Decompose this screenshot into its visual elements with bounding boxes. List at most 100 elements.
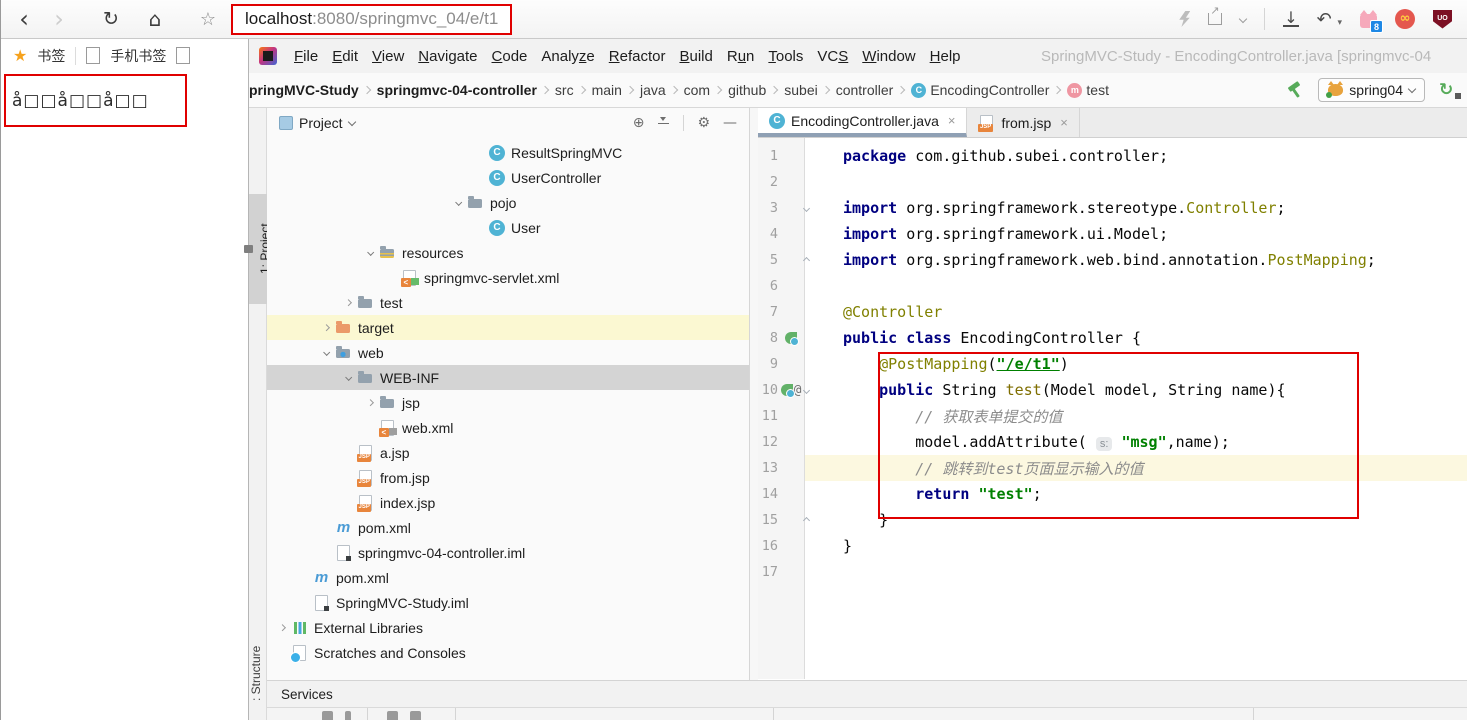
tree-item[interactable]: mpom.xml bbox=[267, 565, 749, 590]
breadcrumb-item[interactable]: main bbox=[592, 82, 622, 98]
line-number: 12 bbox=[758, 434, 782, 450]
gear-icon[interactable]: ⚙ bbox=[697, 116, 710, 130]
tree-chevron-icon[interactable] bbox=[451, 200, 467, 205]
menu-window[interactable]: Window bbox=[855, 45, 922, 68]
cat-extension-icon[interactable]: 8 bbox=[1360, 14, 1377, 28]
tree-item[interactable]: a.jsp bbox=[267, 440, 749, 465]
tree-item-label: WEB-INF bbox=[380, 370, 439, 386]
undo-icon[interactable]: ↶ ▾ bbox=[1317, 9, 1342, 30]
hide-panel-icon[interactable]: — bbox=[723, 116, 737, 130]
project-stripe-tab[interactable]: 1: Project bbox=[249, 194, 267, 304]
tree-item[interactable]: pojo bbox=[267, 190, 749, 215]
tree-item[interactable]: jsp bbox=[267, 390, 749, 415]
forward-icon[interactable]: › bbox=[41, 5, 77, 33]
class-icon: C bbox=[911, 83, 926, 98]
breadcrumb-item[interactable]: java bbox=[640, 82, 666, 98]
tree-item[interactable]: CUserController bbox=[267, 165, 749, 190]
menu-code[interactable]: Code bbox=[485, 45, 535, 68]
tree-chevron-icon[interactable] bbox=[275, 625, 291, 630]
spring-bean-icon[interactable] bbox=[781, 384, 793, 396]
fold-marker-icon[interactable] bbox=[800, 206, 812, 211]
strip-divider bbox=[1253, 708, 1254, 720]
bookmark-star-icon[interactable]: ☆ bbox=[193, 9, 223, 30]
menu-view[interactable]: View bbox=[365, 45, 411, 68]
tree-item[interactable]: mpom.xml bbox=[267, 515, 749, 540]
tree-item[interactable]: web.xml bbox=[267, 415, 749, 440]
tree-item[interactable]: External Libraries bbox=[267, 615, 749, 640]
tree-item[interactable]: CUser bbox=[267, 215, 749, 240]
editor-tab[interactable]: from.jsp× bbox=[967, 108, 1079, 137]
tree-item[interactable]: target bbox=[267, 315, 749, 340]
collapse-all-icon[interactable] bbox=[657, 117, 670, 130]
mobile-bookmarks-label[interactable]: 手机书签 bbox=[110, 46, 166, 66]
editor-tab[interactable]: CEncodingController.java× bbox=[758, 108, 967, 137]
fold-marker-icon[interactable] bbox=[800, 518, 812, 523]
tree-item[interactable]: Scratches and Consoles bbox=[267, 640, 749, 665]
spring-bean-icon[interactable] bbox=[785, 332, 797, 344]
breadcrumb-item[interactable]: CEncodingController bbox=[911, 82, 1049, 98]
home-icon[interactable]: ⌂ bbox=[137, 7, 173, 31]
garbled-text: å□□å□□å□□ bbox=[12, 91, 149, 111]
tree-item[interactable]: resources bbox=[267, 240, 749, 265]
chevron-down-icon[interactable] bbox=[1239, 15, 1247, 23]
locate-file-icon[interactable]: ⊕ bbox=[633, 116, 645, 130]
tree-item[interactable]: test bbox=[267, 290, 749, 315]
flash-icon[interactable] bbox=[1179, 11, 1190, 27]
structure-stripe-tab[interactable]: : Structure bbox=[249, 628, 267, 718]
back-icon[interactable]: ‹ bbox=[7, 5, 41, 33]
menu-items: FileEditViewNavigateCodeAnalyzeRefactorB… bbox=[287, 45, 968, 68]
tree-item[interactable]: springmvc-servlet.xml bbox=[267, 265, 749, 290]
download-icon[interactable]: ↓ bbox=[1283, 11, 1298, 27]
tree-chevron-icon[interactable] bbox=[341, 300, 357, 305]
menu-vcs[interactable]: VCS bbox=[810, 45, 855, 68]
tree-chevron-icon[interactable] bbox=[341, 375, 357, 380]
menu-help[interactable]: Help bbox=[923, 45, 968, 68]
tree-chevron-icon[interactable] bbox=[363, 250, 379, 255]
rerun-icon[interactable]: ↻ bbox=[1439, 80, 1459, 100]
reload-icon[interactable]: ↻ bbox=[93, 8, 129, 30]
tree-item[interactable]: WEB-INF bbox=[267, 365, 749, 390]
tree-chevron-icon[interactable] bbox=[319, 350, 335, 355]
code-editor[interactable]: 1package com.github.subei.controller;23i… bbox=[758, 138, 1467, 679]
tree-chevron-icon[interactable] bbox=[319, 325, 335, 330]
breadcrumb-item[interactable]: mtest bbox=[1067, 82, 1109, 98]
breadcrumb-item[interactable]: controller bbox=[836, 82, 894, 98]
tree-item[interactable]: web bbox=[267, 340, 749, 365]
line-number: 6 bbox=[758, 278, 782, 294]
tree-item[interactable]: CResultSpringMVC bbox=[267, 140, 749, 165]
fold-marker-icon[interactable] bbox=[800, 388, 812, 393]
tree-chevron-icon[interactable] bbox=[363, 400, 379, 405]
breadcrumb-item[interactable]: github bbox=[728, 82, 766, 98]
breadcrumb-item[interactable]: com bbox=[684, 82, 710, 98]
services-tool-window-bar[interactable]: Services bbox=[267, 680, 1467, 707]
url-bar[interactable]: localhost:8080/springmvc_04/e/t1 bbox=[231, 4, 512, 35]
chevron-down-icon[interactable] bbox=[347, 117, 355, 125]
breadcrumb-item[interactable]: springmvc-04-controller bbox=[377, 82, 537, 98]
build-hammer-icon[interactable] bbox=[1286, 82, 1304, 98]
share-icon[interactable] bbox=[1208, 13, 1222, 25]
menu-navigate[interactable]: Navigate bbox=[411, 45, 484, 68]
bookmarks-label[interactable]: 书签 bbox=[37, 46, 65, 66]
menu-analyze[interactable]: Analyze bbox=[534, 45, 601, 68]
tree-item[interactable]: index.jsp bbox=[267, 490, 749, 515]
menu-build[interactable]: Build bbox=[672, 45, 719, 68]
tree-item[interactable]: from.jsp bbox=[267, 465, 749, 490]
breadcrumb-item[interactable]: src bbox=[555, 82, 574, 98]
menu-refactor[interactable]: Refactor bbox=[602, 45, 673, 68]
menu-file[interactable]: File bbox=[287, 45, 325, 68]
ublock-shield-icon[interactable]: UO bbox=[1433, 10, 1452, 29]
run-configuration-select[interactable]: spring04 bbox=[1318, 78, 1425, 102]
infinity-extension-icon[interactable]: ∞ bbox=[1395, 9, 1415, 29]
tree-item[interactable]: SpringMVC-Study.iml bbox=[267, 590, 749, 615]
breadcrumb-item[interactable]: subei bbox=[784, 82, 817, 98]
menu-tools[interactable]: Tools bbox=[761, 45, 810, 68]
fold-marker-icon[interactable] bbox=[800, 258, 812, 263]
breadcrumb-item[interactable]: pringMVC-Study bbox=[249, 82, 359, 98]
extension-badge: 8 bbox=[1370, 20, 1383, 33]
tree-item[interactable]: springmvc-04-controller.iml bbox=[267, 540, 749, 565]
menu-edit[interactable]: Edit bbox=[325, 45, 365, 68]
close-tab-icon[interactable]: × bbox=[1060, 115, 1068, 130]
project-panel-title[interactable]: Project bbox=[299, 115, 343, 131]
menu-run[interactable]: Run bbox=[720, 45, 762, 68]
close-tab-icon[interactable]: × bbox=[948, 113, 956, 128]
